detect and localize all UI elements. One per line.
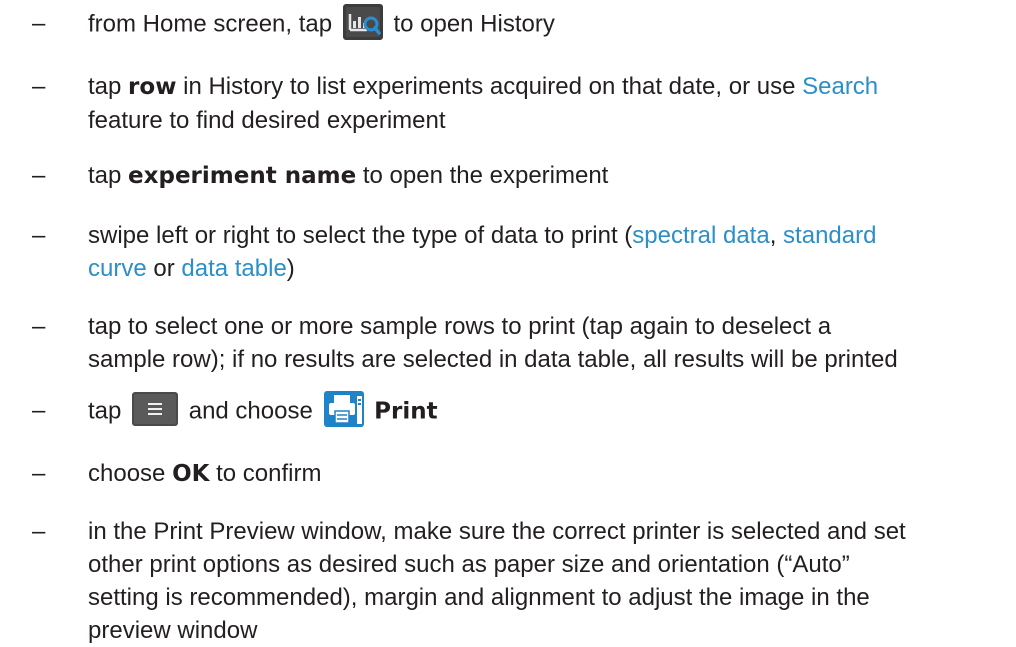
standard-curve-link[interactable]: curve — [88, 255, 147, 282]
step-select-sample-rows: – tap to select one or more sample rows … — [32, 310, 998, 376]
step-text: in History to list experiments acquired … — [183, 73, 796, 100]
emphasis-row: row — [128, 74, 177, 100]
step-text: to confirm — [216, 460, 322, 487]
history-icon[interactable] — [342, 4, 383, 40]
list-dash: – — [32, 73, 46, 100]
step-text: in the Print Preview window, make sure t… — [88, 518, 906, 545]
step-text: swipe left or right to select the type o… — [88, 222, 633, 249]
step-select-row: – tap row in History to list experiments… — [32, 70, 998, 137]
step-confirm: – choose OK to confirm — [32, 457, 998, 491]
step-text: to open the experiment — [362, 162, 609, 189]
step-text: , — [769, 222, 777, 249]
step-text: to open History — [393, 10, 555, 38]
print-icon[interactable] — [323, 391, 364, 427]
step-open-experiment: – tap experiment name to open the experi… — [32, 159, 998, 193]
step-print-preview: – in the Print Preview window, make sure… — [32, 515, 998, 647]
step-text: setting is recommended), margin and alig… — [88, 584, 870, 611]
menu-icon[interactable] — [132, 392, 179, 426]
list-dash: – — [32, 518, 46, 545]
step-text: from Home screen, tap — [88, 10, 333, 38]
step-text: tap to select one or more sample rows to… — [88, 313, 832, 340]
step-text: tap — [88, 162, 122, 189]
list-dash: – — [32, 10, 46, 37]
emphasis-print: Print — [374, 398, 438, 425]
emphasis-experiment-name: experiment name — [128, 163, 357, 189]
step-text: and choose — [188, 397, 313, 425]
step-text: ) — [286, 255, 295, 282]
step-text: other print options as desired such as p… — [88, 551, 850, 578]
step-open-history: – from Home screen, tap to open History — [32, 4, 998, 43]
standard-curve-link[interactable]: standard — [783, 222, 876, 249]
list-dash: – — [32, 162, 46, 189]
data-table-link[interactable]: data table — [181, 255, 286, 282]
list-dash: – — [32, 460, 46, 487]
search-link[interactable]: Search — [802, 73, 878, 100]
step-text: or — [153, 255, 175, 282]
step-text: feature to find desired experiment — [88, 107, 446, 134]
step-text: choose — [88, 460, 166, 487]
step-text: tap — [88, 397, 122, 425]
step-text: preview window — [88, 617, 258, 644]
step-text: tap — [88, 73, 122, 100]
step-text: sample row); if no results are selected … — [88, 346, 898, 373]
list-dash: – — [32, 397, 46, 424]
emphasis-ok: OK — [172, 461, 210, 487]
spectral-data-link[interactable]: spectral data — [632, 222, 769, 249]
list-dash: – — [32, 222, 46, 249]
step-menu-print: – tap and choose Print — [32, 391, 998, 430]
step-swipe-data-type: – swipe left or right to select the type… — [32, 219, 998, 285]
list-dash: – — [32, 313, 46, 340]
